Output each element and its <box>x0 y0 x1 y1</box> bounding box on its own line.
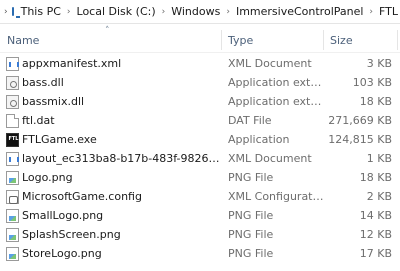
file-name: bass.dll <box>22 76 64 89</box>
file-name: bassmix.dll <box>22 95 85 108</box>
file-size: 271,669 KB <box>328 114 392 127</box>
file-size: 3 KB <box>366 57 392 70</box>
file-type: XML Document <box>228 152 312 165</box>
breadcrumb-ftl[interactable]: FTL <box>376 5 400 18</box>
file-row[interactable]: bassmix.dll Application exten... 18 KB <box>0 93 400 111</box>
file-name: layout_ec313ba8-b17b-483f-9826-bdef7e... <box>22 152 222 165</box>
file-type: PNG File <box>228 228 274 241</box>
breadcrumb-immersivecontrolpanel[interactable]: ImmersiveControlPanel <box>233 5 366 18</box>
file-name: StoreLogo.png <box>22 247 102 260</box>
png-file-icon <box>6 209 19 223</box>
file-row[interactable]: layout_ec313ba8-b17b-483f-9826-bdef7e...… <box>0 150 400 168</box>
file-type: Application exten... <box>228 76 326 89</box>
breadcrumb-this-pc[interactable]: This PC <box>18 5 64 18</box>
column-header-name[interactable]: Name <box>7 34 39 47</box>
ftl-app-icon <box>6 133 20 147</box>
dll-file-icon <box>6 95 19 109</box>
file-type: PNG File <box>228 171 274 184</box>
chevron-right-icon[interactable]: › <box>64 7 74 17</box>
file-size: 17 KB <box>359 247 392 260</box>
file-name: SplashScreen.png <box>22 228 121 241</box>
file-row[interactable]: Logo.png PNG File 18 KB <box>0 169 400 187</box>
column-divider[interactable] <box>323 30 324 50</box>
file-row[interactable]: ftl.dat DAT File 271,669 KB <box>0 112 400 130</box>
file-name: ftl.dat <box>22 114 55 127</box>
file-row[interactable]: SmallLogo.png PNG File 14 KB <box>0 207 400 225</box>
column-header-row: ˄ Name Type Size <box>0 26 400 53</box>
file-row[interactable]: FTLGame.exe Application 124,815 KB <box>0 131 400 149</box>
file-row[interactable]: bass.dll Application exten... 103 KB <box>0 74 400 92</box>
breadcrumb-windows[interactable]: Windows <box>168 5 223 18</box>
column-divider[interactable] <box>221 30 222 50</box>
file-type: DAT File <box>228 114 272 127</box>
file-row[interactable]: MicrosoftGame.config XML Configuratio...… <box>0 188 400 206</box>
file-type: PNG File <box>228 209 274 222</box>
file-size: 12 KB <box>359 228 392 241</box>
dll-file-icon <box>6 76 19 90</box>
file-row[interactable]: SplashScreen.png PNG File 12 KB <box>0 226 400 244</box>
file-size: 14 KB <box>359 209 392 222</box>
file-row[interactable]: StoreLogo.png PNG File 17 KB <box>0 245 400 263</box>
breadcrumb-local-disk[interactable]: Local Disk (C:) <box>74 5 159 18</box>
sort-ascending-icon: ˄ <box>105 26 110 36</box>
file-type: Application <box>228 133 290 146</box>
file-icon <box>6 114 19 128</box>
file-type: XML Configuratio... <box>228 190 326 203</box>
file-name: SmallLogo.png <box>22 209 104 222</box>
chevron-right-icon[interactable]: › <box>223 7 233 17</box>
config-file-icon <box>6 190 19 204</box>
file-size: 18 KB <box>359 95 392 108</box>
chevron-right-icon[interactable]: › <box>4 7 8 17</box>
file-size: 18 KB <box>359 171 392 184</box>
file-name: MicrosoftGame.config <box>22 190 142 203</box>
file-row[interactable]: appxmanifest.xml XML Document 3 KB <box>0 55 400 73</box>
column-divider[interactable] <box>397 30 398 50</box>
xml-file-icon <box>6 57 19 71</box>
png-file-icon <box>6 228 19 242</box>
file-size: 1 KB <box>366 152 392 165</box>
file-name: appxmanifest.xml <box>22 57 122 70</box>
file-name: Logo.png <box>22 171 73 184</box>
file-size: 2 KB <box>366 190 392 203</box>
file-type: XML Document <box>228 57 312 70</box>
xml-file-icon <box>6 152 19 166</box>
png-file-icon <box>6 171 19 185</box>
address-breadcrumb[interactable]: › This PC › Local Disk (C:) › Windows › … <box>0 0 400 24</box>
column-header-size[interactable]: Size <box>330 34 353 47</box>
computer-icon <box>11 7 20 18</box>
chevron-right-icon[interactable]: › <box>159 7 169 17</box>
chevron-right-icon[interactable]: › <box>366 7 376 17</box>
png-file-icon <box>6 247 19 261</box>
file-name: FTLGame.exe <box>22 133 97 146</box>
file-type: PNG File <box>228 247 274 260</box>
file-size: 103 KB <box>352 76 392 89</box>
file-size: 124,815 KB <box>328 133 392 146</box>
file-type: Application exten... <box>228 95 326 108</box>
column-header-type[interactable]: Type <box>228 34 253 47</box>
